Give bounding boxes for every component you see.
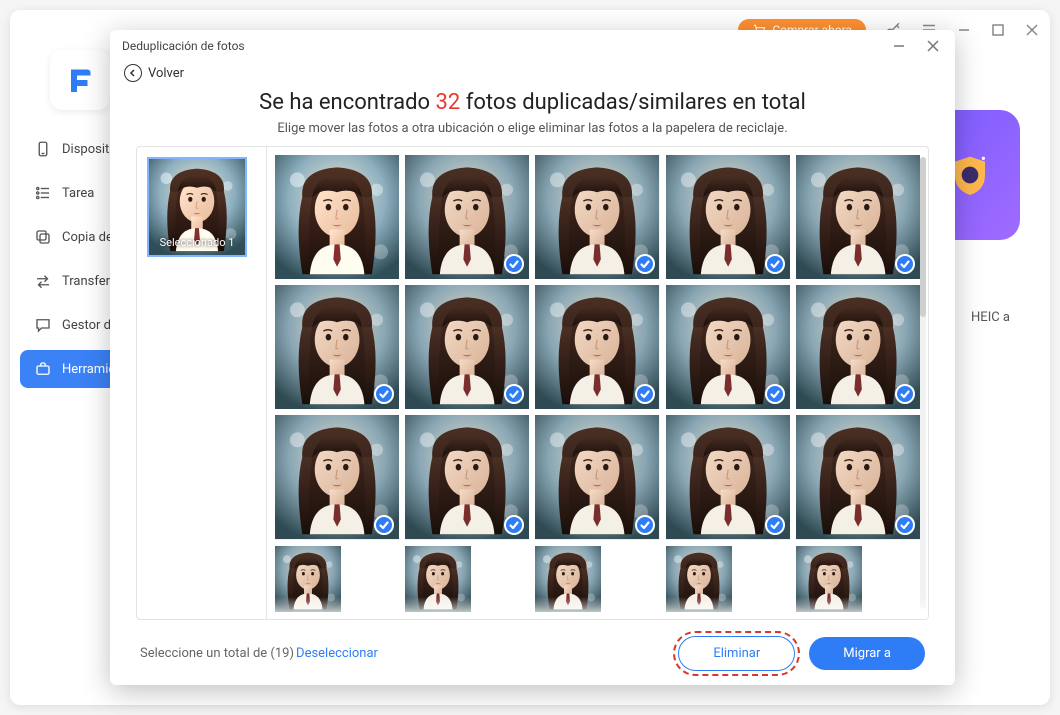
photo-thumbnail[interactable] xyxy=(535,415,659,539)
portrait-image xyxy=(666,546,732,612)
portrait-image xyxy=(275,155,399,279)
photo-thumbnail[interactable] xyxy=(405,155,529,279)
sidebar-item-label: Tarea xyxy=(62,186,94,201)
maximize-button[interactable] xyxy=(990,22,1006,38)
modal-minimize-button[interactable] xyxy=(889,36,909,56)
sidebar-item-devices[interactable]: Dispositivos xyxy=(20,130,120,168)
photo-thumbnail[interactable] xyxy=(275,415,399,539)
photo-thumbnail[interactable] xyxy=(796,155,920,279)
photo-thumbnail[interactable] xyxy=(405,285,529,409)
list-icon xyxy=(34,184,52,202)
close-button[interactable] xyxy=(1024,22,1040,38)
photo-thumbnail[interactable] xyxy=(275,155,399,279)
back-button[interactable]: Volver xyxy=(110,62,955,88)
modal-headline: Se ha encontrado 32 fotos duplicadas/sim… xyxy=(110,88,955,121)
photo-thumbnail[interactable] xyxy=(796,415,920,539)
toolbox-icon xyxy=(34,360,52,378)
photo-thumbnail[interactable] xyxy=(666,155,790,279)
photo-thumbnail[interactable] xyxy=(405,415,529,539)
check-icon xyxy=(635,515,655,535)
portrait-image xyxy=(796,546,862,612)
back-label: Volver xyxy=(148,66,184,81)
modal-subtitle: Elige mover las fotos a otra ubicación o… xyxy=(110,121,955,146)
scrollbar-thumb[interactable] xyxy=(920,157,926,317)
check-icon xyxy=(504,515,524,535)
chat-icon xyxy=(34,316,52,334)
modal-footer: Seleccione un total de (19) Deselecciona… xyxy=(110,620,955,685)
modal-titlebar: Deduplicación de fotos xyxy=(110,30,955,62)
sidebar-item-transfer[interactable]: Transferir xyxy=(20,262,120,300)
photo-thumbnail[interactable] xyxy=(405,546,471,612)
check-icon xyxy=(765,515,785,535)
modal-content: Seleccionado 1 xyxy=(136,146,929,620)
photo-grid xyxy=(275,155,920,612)
portrait-image xyxy=(535,546,601,612)
delete-button[interactable]: Eliminar xyxy=(678,636,795,671)
group-thumbnail[interactable]: Seleccionado 1 xyxy=(147,157,247,257)
sidebar-item-tasks[interactable]: Tarea xyxy=(20,174,120,212)
photo-grid-container xyxy=(267,147,928,619)
photo-thumbnail[interactable] xyxy=(666,285,790,409)
footer-count-pre: Seleccione un total de ( xyxy=(140,646,275,661)
photo-thumbnail[interactable] xyxy=(535,155,659,279)
heic-text-fragment: HEIC a xyxy=(971,310,1010,325)
photo-thumbnail[interactable] xyxy=(535,546,601,612)
duplicate-count: 32 xyxy=(436,90,461,115)
photo-thumbnail[interactable] xyxy=(275,285,399,409)
sidebar-item-tools[interactable]: Herramientas xyxy=(20,350,120,388)
photo-thumbnail[interactable] xyxy=(666,546,732,612)
transfer-icon xyxy=(34,272,52,290)
photo-thumbnail[interactable] xyxy=(275,546,341,612)
app-logo xyxy=(50,50,110,110)
sidebar: Dispositivos Tarea Copia de seguridad Tr… xyxy=(20,130,120,388)
check-icon xyxy=(765,254,785,274)
photo-thumbnail[interactable] xyxy=(796,285,920,409)
back-arrow-icon xyxy=(124,64,142,82)
photo-thumbnail[interactable] xyxy=(666,415,790,539)
sidebar-item-data-manager[interactable]: Gestor de datos xyxy=(20,306,120,344)
photo-thumbnail[interactable] xyxy=(535,285,659,409)
device-icon xyxy=(34,140,52,158)
check-icon xyxy=(374,515,394,535)
check-icon xyxy=(635,384,655,404)
group-column: Seleccionado 1 xyxy=(137,147,267,619)
sidebar-item-backup[interactable]: Copia de seguridad xyxy=(20,218,120,256)
logo-icon xyxy=(65,65,95,95)
modal-title: Deduplicación de fotos xyxy=(122,39,245,53)
minimize-button[interactable] xyxy=(956,22,972,38)
migrate-button[interactable]: Migrar a xyxy=(809,637,925,670)
check-icon xyxy=(895,515,915,535)
selected-count: 19 xyxy=(275,646,290,661)
copy-icon xyxy=(34,228,52,246)
dedup-modal: Deduplicación de fotos Volver Se ha enco… xyxy=(110,30,955,685)
check-icon xyxy=(635,254,655,274)
photo-thumbnail[interactable] xyxy=(796,546,862,612)
footer-count-post: ) xyxy=(290,646,295,661)
portrait-image xyxy=(405,546,471,612)
group-selected-label: Seleccionado 1 xyxy=(160,236,235,249)
deselect-link[interactable]: Deseleccionar xyxy=(296,646,378,661)
modal-close-button[interactable] xyxy=(923,36,943,56)
portrait-image xyxy=(275,546,341,612)
